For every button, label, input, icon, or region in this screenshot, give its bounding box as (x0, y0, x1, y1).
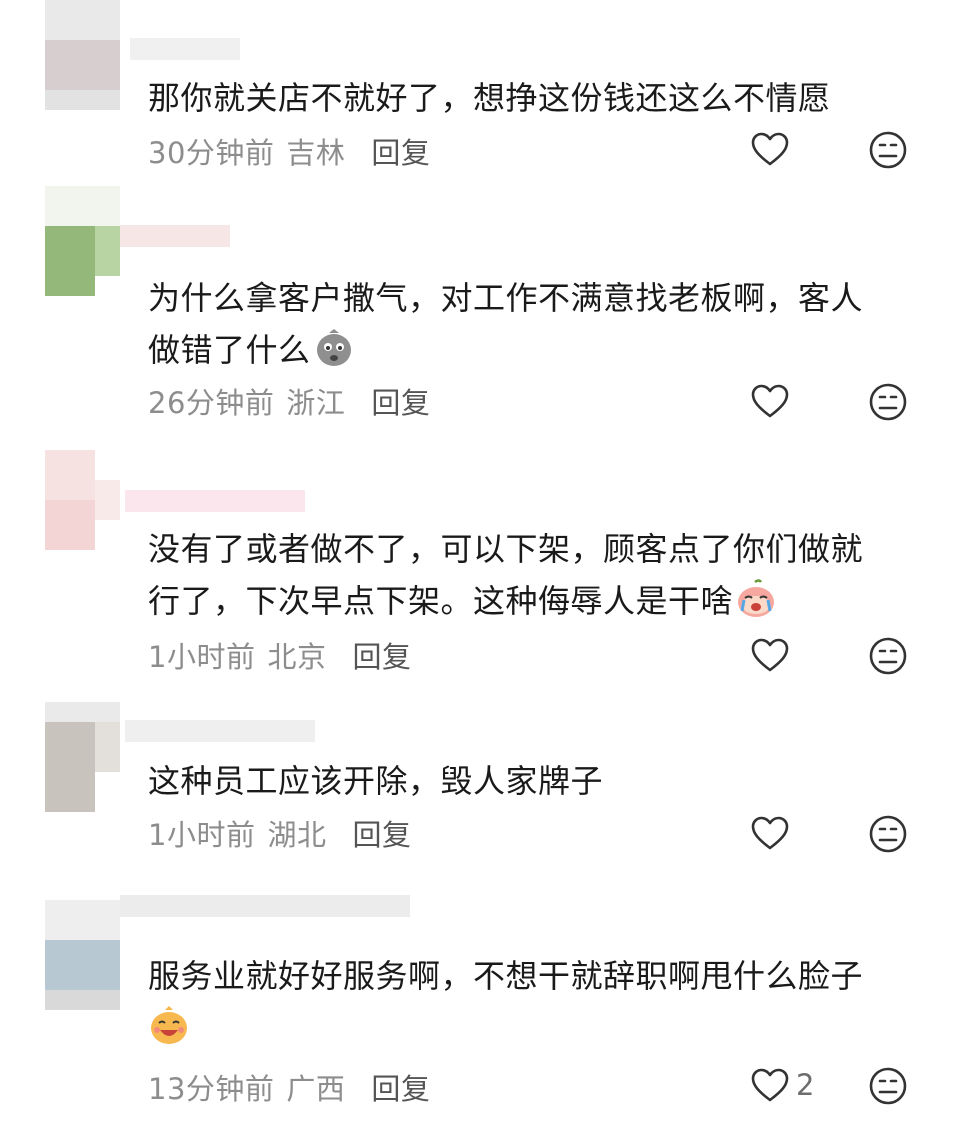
comment-text-line: 做错了什么 (148, 324, 908, 376)
neutral-face-icon[interactable] (868, 636, 908, 676)
reply-button[interactable]: 回复 (371, 386, 430, 420)
comment-text-line: 为什么拿客户撒气，对工作不满意找老板啊，客人 (148, 279, 864, 317)
neutral-face-icon[interactable] (868, 382, 908, 422)
avatar[interactable] (10, 900, 120, 1010)
grinning-face-emoji (151, 1006, 187, 1044)
heart-outline-icon[interactable] (750, 636, 790, 676)
reply-button[interactable]: 回复 (352, 640, 411, 674)
comment-time: 13分钟前 (148, 1072, 275, 1106)
comment-text-line: 行了，下次早点下架。这种侮辱人是干啥 (148, 575, 908, 627)
comment-text-line: 服务业就好好服务啊，不想干就辞职啊甩什么脸子 (148, 957, 864, 995)
username-blurred (120, 225, 230, 247)
comment-meta: 30分钟前 吉林 回复 (148, 130, 430, 172)
comment-text: 没有了或者做不了，可以下架，顾客点了你们做就 行了，下次早点下架。这种侮辱人是干… (148, 523, 908, 627)
comment-text: 那你就关店不就好了，想挣这份钱还这么不情愿 (148, 79, 831, 117)
neutral-face-icon[interactable] (868, 1066, 908, 1106)
avatar[interactable] (10, 450, 120, 560)
comment-location: 湖北 (267, 818, 327, 852)
comment-time: 30分钟前 (148, 136, 275, 170)
comment-location: 广西 (286, 1072, 346, 1106)
comment-location: 浙江 (286, 386, 346, 420)
username-blurred (125, 490, 305, 512)
username-blurred (125, 720, 315, 742)
heart-outline-icon[interactable] (750, 130, 790, 170)
reply-button[interactable]: 回复 (352, 818, 411, 852)
heart-outline-icon[interactable] (750, 1066, 790, 1106)
comment-time: 1小时前 (148, 818, 256, 852)
comment-meta: 1小时前 北京 回复 (148, 634, 411, 676)
username-blurred (130, 38, 240, 60)
like-count: 2 (796, 1068, 815, 1102)
username-blurred (120, 895, 410, 917)
crying-peach-emoji (738, 579, 775, 617)
comment-text: 为什么拿客户撒气，对工作不满意找老板啊，客人 做错了什么 (148, 272, 908, 376)
comment-item: 服务业就好好服务啊，不想干就辞职啊甩什么脸子 13分钟前 广西 回复 2 (0, 880, 960, 1141)
reply-button[interactable]: 回复 (371, 136, 430, 170)
comment-item: 这种员工应该开除，毁人家牌子 1小时前 湖北 回复 (0, 700, 960, 880)
comment-item: 没有了或者做不了，可以下架，顾客点了你们做就 行了，下次早点下架。这种侮辱人是干… (0, 440, 960, 700)
comment-meta: 1小时前 湖北 回复 (148, 812, 411, 854)
sweating-face-emoji (316, 329, 351, 366)
avatar[interactable] (10, 702, 120, 812)
comment-location: 北京 (267, 640, 327, 674)
neutral-face-icon[interactable] (868, 814, 908, 854)
comment-item: 为什么拿客户撒气，对工作不满意找老板啊，客人 做错了什么 26分钟前 浙江 回复 (0, 180, 960, 440)
reply-button[interactable]: 回复 (371, 1072, 430, 1106)
comment-text: 这种员工应该开除，毁人家牌子 (148, 762, 604, 800)
heart-outline-icon[interactable] (750, 814, 790, 854)
comment-item: 那你就关店不就好了，想挣这份钱还这么不情愿 30分钟前 吉林 回复 (0, 0, 960, 180)
comment-time: 1小时前 (148, 640, 256, 674)
heart-outline-icon[interactable] (750, 382, 790, 422)
comment-text-line (148, 1002, 908, 1054)
avatar[interactable] (10, 0, 120, 110)
comment-meta: 13分钟前 广西 回复 (148, 1066, 430, 1108)
comment-time: 26分钟前 (148, 386, 275, 420)
comment-text: 服务业就好好服务啊，不想干就辞职啊甩什么脸子 (148, 950, 908, 1054)
comment-location: 吉林 (286, 136, 346, 170)
avatar[interactable] (10, 186, 120, 296)
comment-meta: 26分钟前 浙江 回复 (148, 380, 430, 422)
neutral-face-icon[interactable] (868, 130, 908, 170)
comment-text-line: 没有了或者做不了，可以下架，顾客点了你们做就 (148, 530, 864, 568)
